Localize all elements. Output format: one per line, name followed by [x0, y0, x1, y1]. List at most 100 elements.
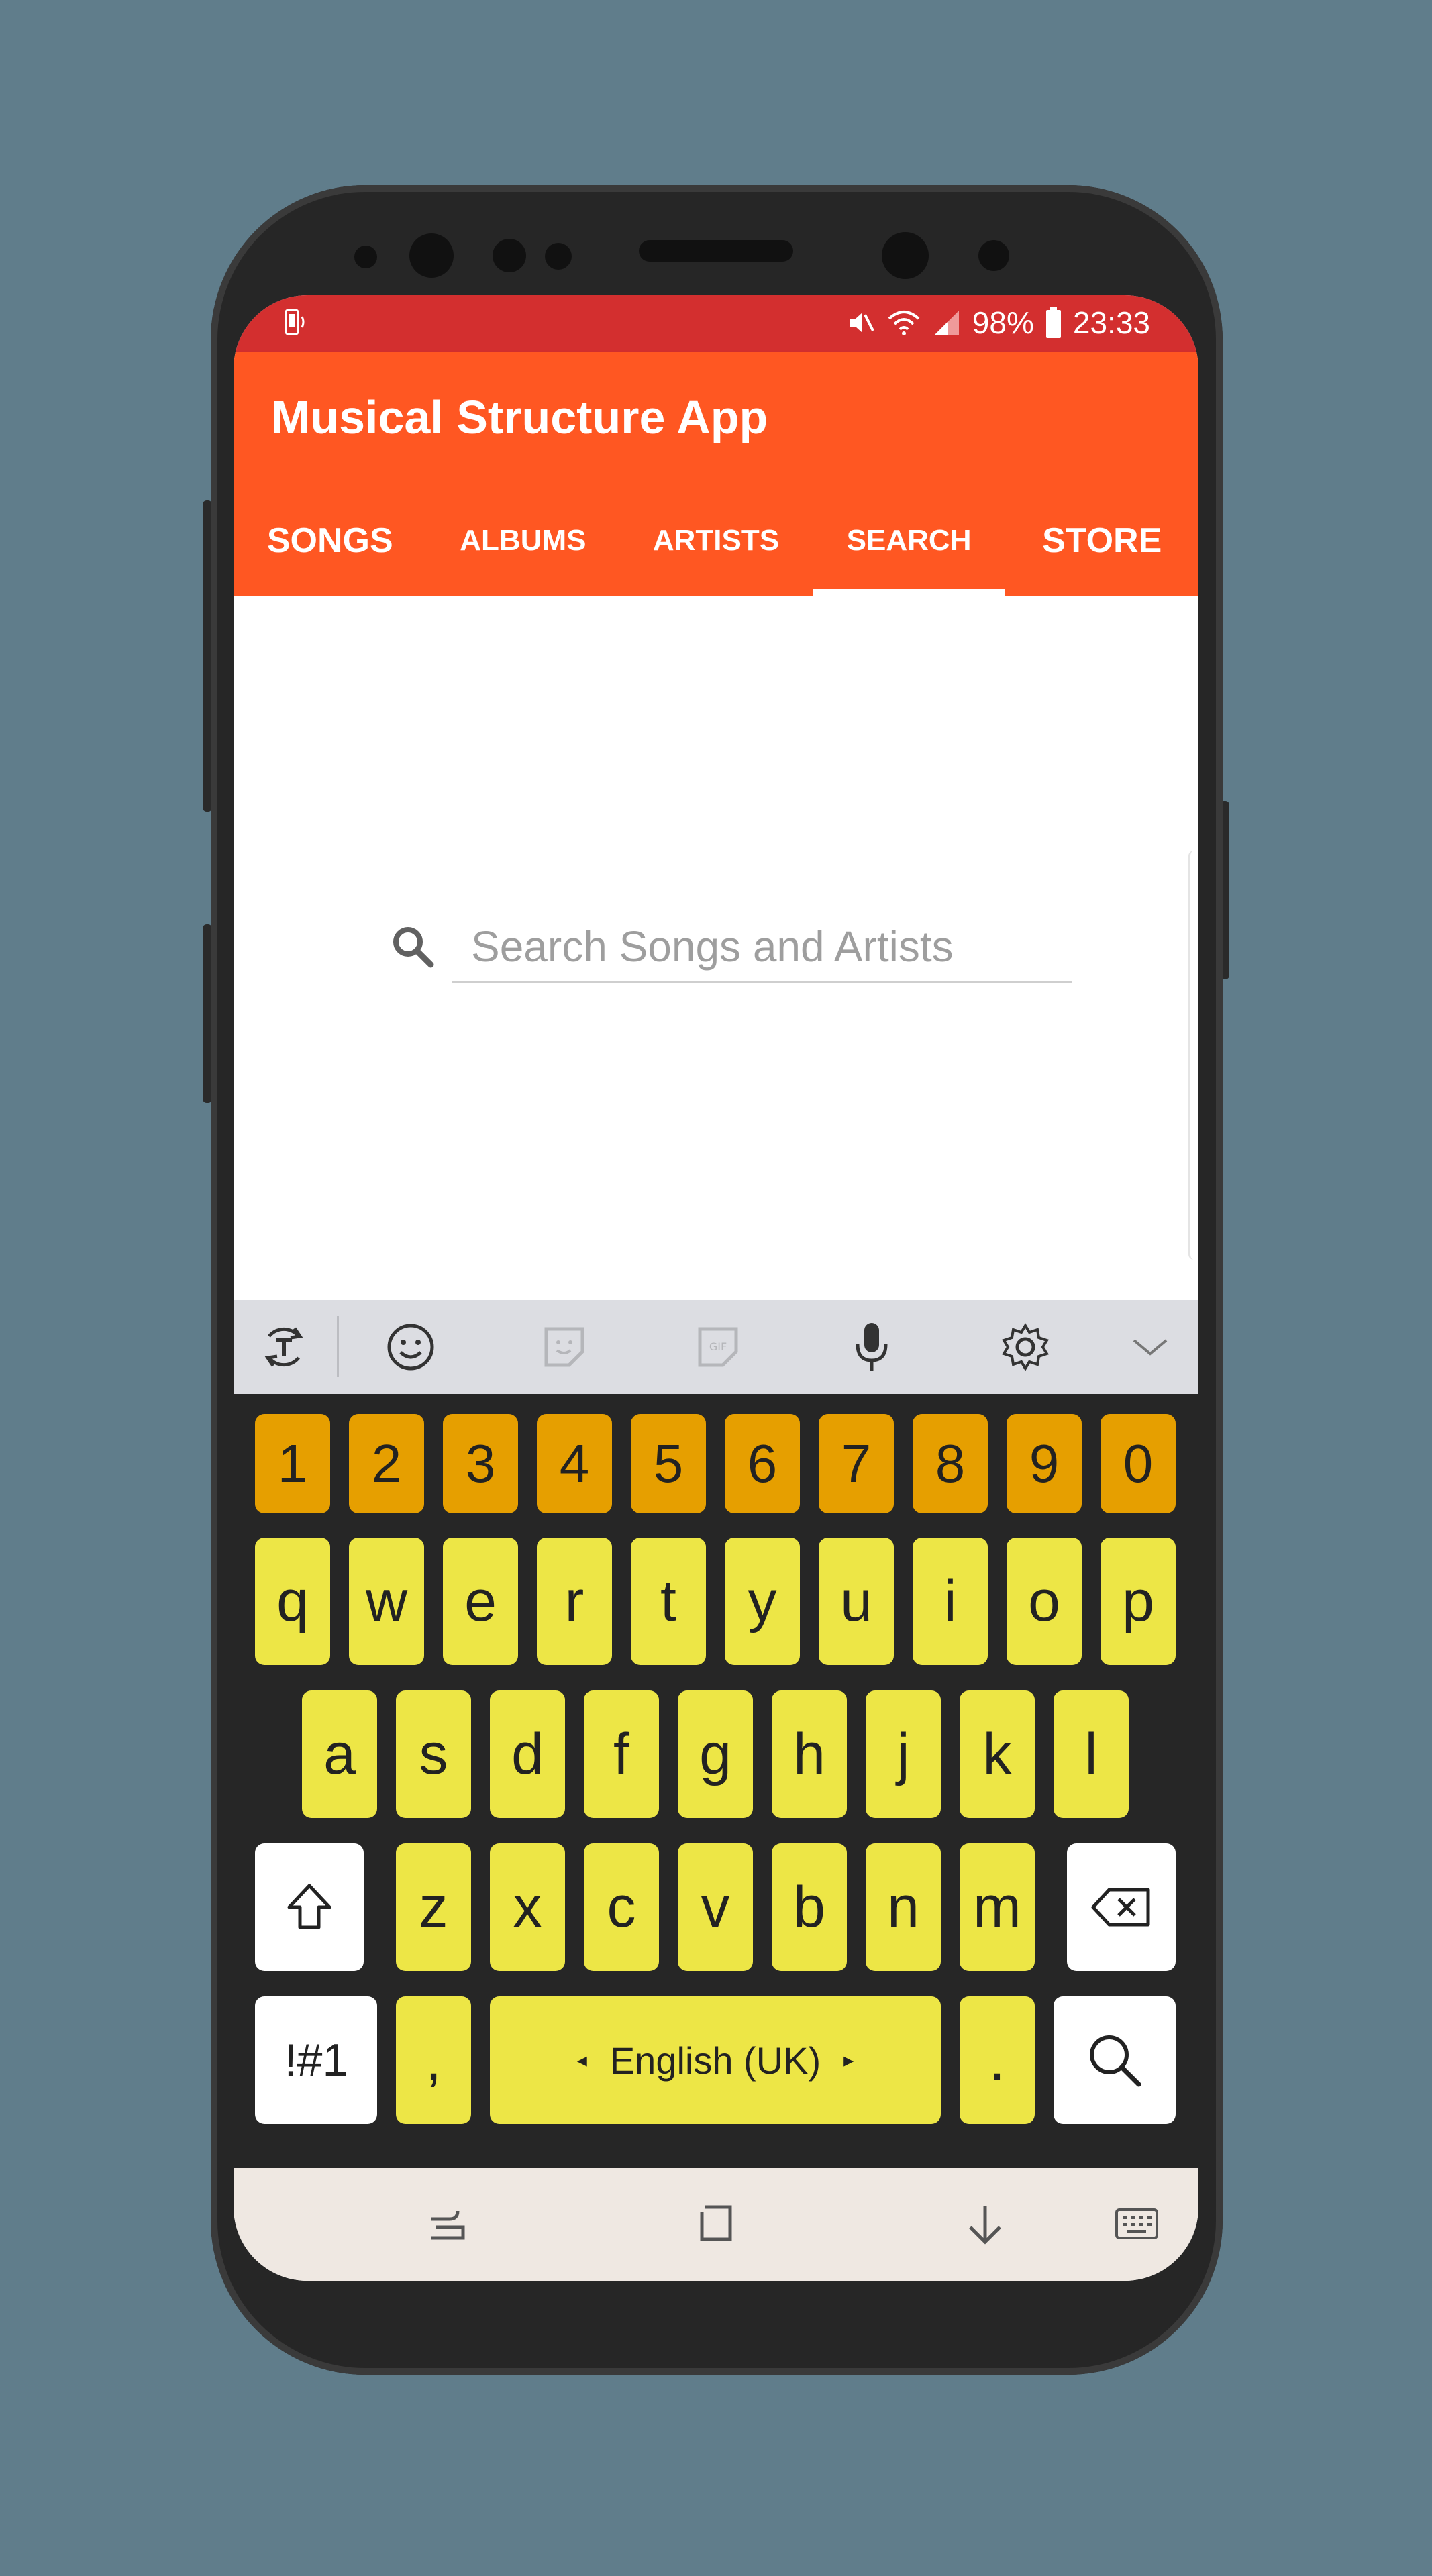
clock: 23:33 [1072, 305, 1150, 340]
triangle-right-icon: ▸ [843, 2049, 854, 2072]
search-key[interactable] [1054, 1996, 1176, 2124]
svg-text:GIF: GIF [709, 1340, 727, 1353]
text-mode-icon [264, 1327, 303, 1367]
search-page [234, 596, 1198, 1300]
collapse-toolbar-button[interactable] [1102, 1300, 1198, 1394]
period-key[interactable]: . [960, 1996, 1035, 2124]
key-j[interactable]: j [866, 1690, 941, 1818]
mute-icon [850, 313, 874, 333]
sticker-icon [544, 1327, 584, 1367]
key-t[interactable]: t [631, 1538, 706, 1665]
navigation-bar [234, 2168, 1198, 2281]
wifi-icon [888, 311, 920, 335]
iris-camera [882, 232, 929, 279]
tab-albums[interactable]: ALBUMS [427, 486, 620, 596]
sticker-button[interactable] [487, 1300, 641, 1394]
front-sensor [545, 243, 572, 270]
front-sensor [354, 246, 377, 268]
key-0[interactable]: 0 [1101, 1414, 1176, 1513]
iris-sensor [978, 240, 1009, 271]
chevron-down-icon [1133, 1339, 1168, 1356]
key-u[interactable]: u [819, 1538, 894, 1665]
tab-artists[interactable]: ARTISTS [619, 486, 813, 596]
signal-icon [934, 311, 959, 335]
key-4[interactable]: 4 [537, 1414, 612, 1513]
key-f[interactable]: f [584, 1690, 659, 1818]
tab-bar: SONGS ALBUMS ARTISTS SEARCH STORE [234, 486, 1198, 596]
key-a[interactable]: a [302, 1690, 377, 1818]
emoji-icon [387, 1324, 434, 1371]
symbols-key[interactable]: !#1 [255, 1996, 377, 2124]
search-input[interactable] [452, 911, 1072, 983]
backspace-key[interactable] [1067, 1843, 1176, 1971]
language-label: English (UK) [609, 2039, 821, 2082]
text-mode-button[interactable] [234, 1300, 334, 1394]
key-h[interactable]: h [772, 1690, 847, 1818]
key-m[interactable]: m [960, 1843, 1035, 1971]
earpiece-speaker [639, 240, 793, 262]
key-b[interactable]: b [772, 1843, 847, 1971]
key-n[interactable]: n [866, 1843, 941, 1971]
key-c[interactable]: c [584, 1843, 659, 1971]
key-z[interactable]: z [396, 1843, 471, 1971]
recent-apps-icon[interactable] [423, 2200, 471, 2249]
key-8[interactable]: 8 [913, 1414, 988, 1513]
app-bar: Musical Structure App [234, 352, 1198, 486]
key-7[interactable]: 7 [819, 1414, 894, 1513]
shift-icon [287, 1884, 331, 1929]
phone-screen: 98% 23:33 Musical Structure App SONGS AL… [234, 295, 1198, 2281]
microphone-icon [856, 1323, 888, 1371]
key-2[interactable]: 2 [349, 1414, 424, 1513]
keyboard-switch-icon[interactable] [1113, 2200, 1161, 2249]
toolbar-divider [337, 1316, 339, 1377]
comma-key[interactable]: , [396, 1996, 471, 2124]
key-y[interactable]: y [725, 1538, 800, 1665]
gif-icon: GIF [698, 1327, 738, 1367]
status-right: 98% 23:33 [846, 305, 1150, 341]
key-3[interactable]: 3 [443, 1414, 518, 1513]
back-icon[interactable] [961, 2200, 1009, 2249]
phone-vibrate-icon [285, 309, 305, 335]
key-r[interactable]: r [537, 1538, 612, 1665]
edge-panel-handle[interactable] [1188, 851, 1198, 1260]
home-icon[interactable] [693, 2200, 741, 2249]
front-sensor [493, 239, 526, 272]
tab-store[interactable]: STORE [1005, 486, 1198, 596]
gif-button[interactable]: GIF [641, 1300, 795, 1394]
key-o[interactable]: o [1007, 1538, 1082, 1665]
backspace-icon [1091, 1888, 1150, 1927]
keyboard-toolbar: GIF [234, 1300, 1198, 1394]
key-x[interactable]: x [490, 1843, 565, 1971]
key-1[interactable]: 1 [255, 1414, 330, 1513]
search-icon [1090, 2035, 1141, 2087]
status-bar: 98% 23:33 [234, 295, 1198, 352]
triangle-left-icon: ◂ [576, 2049, 587, 2072]
key-6[interactable]: 6 [725, 1414, 800, 1513]
key-k[interactable]: k [960, 1690, 1035, 1818]
battery-icon [1045, 307, 1061, 338]
space-bar[interactable]: ◂ English (UK) ▸ [490, 1996, 941, 2124]
emoji-button[interactable] [334, 1300, 487, 1394]
key-w[interactable]: w [349, 1538, 424, 1665]
key-q[interactable]: q [255, 1538, 330, 1665]
key-e[interactable]: e [443, 1538, 518, 1665]
tab-songs[interactable]: SONGS [234, 486, 427, 596]
key-5[interactable]: 5 [631, 1414, 706, 1513]
key-l[interactable]: l [1054, 1690, 1129, 1818]
key-p[interactable]: p [1101, 1538, 1176, 1665]
key-s[interactable]: s [396, 1690, 471, 1818]
battery-percent: 98% [972, 305, 1034, 340]
tab-search[interactable]: SEARCH [812, 486, 1006, 596]
key-9[interactable]: 9 [1007, 1414, 1082, 1513]
key-i[interactable]: i [913, 1538, 988, 1665]
key-d[interactable]: d [490, 1690, 565, 1818]
shift-key[interactable] [255, 1843, 364, 1971]
search-icon [393, 927, 434, 968]
gear-icon [1001, 1323, 1049, 1371]
front-camera [409, 233, 454, 278]
keyboard-settings-button[interactable] [948, 1300, 1102, 1394]
voice-input-button[interactable] [795, 1300, 948, 1394]
keyboard: 1 2 3 4 5 6 7 8 9 0 q w e r t y u i o p … [234, 1394, 1198, 2168]
key-v[interactable]: v [678, 1843, 753, 1971]
key-g[interactable]: g [678, 1690, 753, 1818]
